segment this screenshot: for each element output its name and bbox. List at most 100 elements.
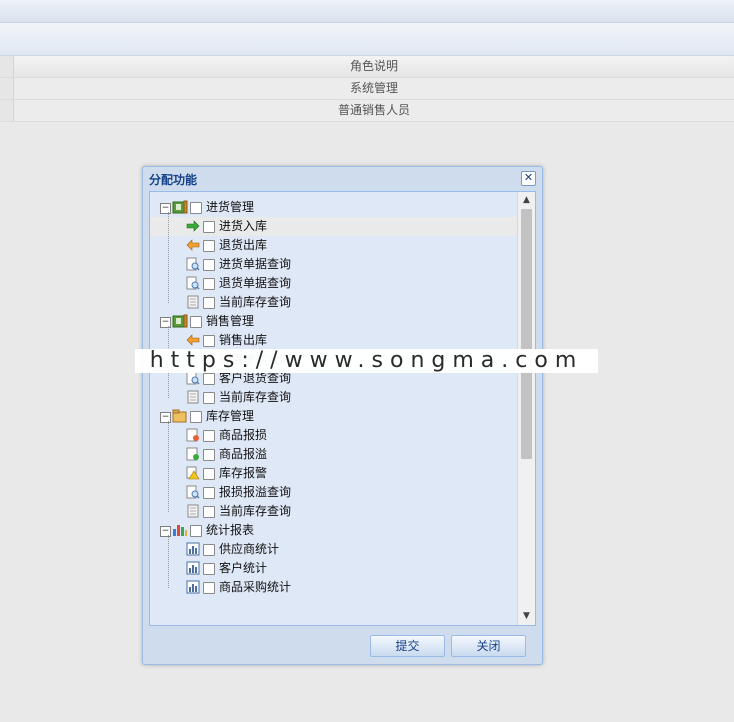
table-row[interactable]: 普通销售人员 (0, 100, 734, 122)
dialog-title: 分配功能 (149, 173, 198, 187)
tree-node[interactable]: 库存报警 (150, 464, 518, 483)
tree-node-label: 进货入库 (219, 219, 268, 233)
tree-connector-line (168, 212, 169, 303)
tree-node[interactable]: 进货入库 (150, 217, 518, 236)
tree-connector-line (168, 535, 169, 588)
tree-node-label: 当前库存查询 (219, 504, 292, 518)
document-icon (186, 295, 200, 309)
node-checkbox[interactable] (203, 544, 215, 556)
tree-node-label: 进货管理 (206, 200, 255, 214)
scrollbar-thumb[interactable] (521, 209, 532, 459)
tree-node[interactable]: 供应商统计 (150, 540, 518, 559)
tree-node[interactable]: 进货单据查询 (150, 255, 518, 274)
grid-header-row: 角色说明 (0, 56, 734, 78)
tree-node-label: 当前库存查询 (219, 295, 292, 309)
collapse-toggle-icon[interactable]: − (160, 526, 171, 537)
tree-node-label: 退货出库 (219, 238, 268, 252)
role-grid: 角色说明 系统管理 普通销售人员 (0, 56, 734, 122)
node-checkbox[interactable] (190, 525, 202, 537)
grid-row-number (0, 100, 14, 121)
tree-node-label: 当前库存查询 (219, 390, 292, 404)
node-checkbox[interactable] (203, 335, 215, 347)
close-button[interactable]: 关闭 (451, 635, 526, 657)
function-tree-panel: − 进货管理 进货入库 退货出库 进货单据查询 退货单据查询 当前库存查询 − 销售管理 销售出库… (149, 191, 536, 626)
node-checkbox[interactable] (203, 506, 215, 518)
watermark: https://www.songma.com (135, 349, 598, 373)
vertical-scrollbar[interactable]: ▲ ▼ (517, 192, 535, 625)
document-icon (186, 504, 200, 518)
tree-node[interactable]: 客户统计 (150, 559, 518, 578)
tree-node-group[interactable]: − 销售管理 (150, 312, 518, 331)
tree-node[interactable]: 当前库存查询 (150, 502, 518, 521)
top-toolbar (0, 0, 734, 23)
collapse-toggle-icon[interactable]: − (160, 203, 171, 214)
tree-node[interactable]: 当前库存查询 (150, 388, 518, 407)
chart-icon (186, 561, 200, 575)
tree-node-label: 进货单据查询 (219, 257, 292, 271)
tree-node[interactable]: 当前库存查询 (150, 293, 518, 312)
tree-node-label: 库存报警 (219, 466, 268, 480)
node-checkbox[interactable] (203, 373, 215, 385)
collapse-toggle-icon[interactable]: − (160, 412, 171, 423)
node-checkbox[interactable] (203, 582, 215, 594)
tree-node[interactable]: 退货出库 (150, 236, 518, 255)
scroll-up-icon[interactable]: ▲ (521, 195, 532, 206)
bar-chart-icon (172, 523, 187, 537)
node-checkbox[interactable] (190, 411, 202, 423)
tree-node-label: 销售管理 (206, 314, 255, 328)
node-checkbox[interactable] (203, 278, 215, 290)
tree-node-label: 商品报溢 (219, 447, 268, 461)
panel-header (0, 23, 734, 56)
tree-node-label: 客户统计 (219, 561, 268, 575)
arrow-out-icon (186, 238, 200, 252)
collapse-toggle-icon[interactable]: − (160, 317, 171, 328)
tree-node-label: 库存管理 (206, 409, 255, 423)
tree-node-label: 商品采购统计 (219, 580, 292, 594)
node-checkbox[interactable] (203, 563, 215, 575)
node-checkbox[interactable] (203, 259, 215, 271)
table-row[interactable]: 系统管理 (0, 78, 734, 100)
arrow-in-icon (186, 219, 200, 233)
close-icon[interactable]: ✕ (521, 171, 536, 186)
tree-node-group[interactable]: − 统计报表 (150, 521, 518, 540)
chart-icon (186, 580, 200, 594)
table-cell: 普通销售人员 (337, 103, 410, 117)
node-checkbox[interactable] (190, 202, 202, 214)
tree-node[interactable]: 商品采购统计 (150, 578, 518, 597)
node-checkbox[interactable] (203, 487, 215, 499)
tree-node-label: 退货单据查询 (219, 276, 292, 290)
folder-group-icon (172, 314, 188, 328)
assign-function-dialog: 分配功能 ✕ − 进货管理进货入库退货出库进货单据查询 退货单据查询 当前库存查询 − 销… (142, 166, 543, 665)
node-checkbox[interactable] (203, 221, 215, 233)
tree-node-group[interactable]: − 库存管理 (150, 407, 518, 426)
chart-icon (186, 542, 200, 556)
column-header-role-description[interactable]: 角色说明 (14, 56, 734, 77)
document-plus-icon (186, 447, 200, 461)
tree-node[interactable]: 退货单据查询 (150, 274, 518, 293)
folder-icon (172, 409, 187, 423)
node-checkbox[interactable] (203, 430, 215, 442)
tree-node-label: 统计报表 (206, 523, 255, 537)
document-search-icon (186, 257, 200, 271)
tree-node[interactable]: 报损报溢查询 (150, 483, 518, 502)
folder-group-icon (172, 200, 188, 214)
arrow-out-icon (186, 333, 200, 347)
tree-node-group[interactable]: − 进货管理 (150, 198, 518, 217)
table-cell: 系统管理 (349, 81, 398, 95)
function-tree: − 进货管理 进货入库 退货出库 进货单据查询 退货单据查询 当前库存查询 − 销售管理 销售出库… (150, 198, 518, 597)
tree-node[interactable]: 商品报溢 (150, 445, 518, 464)
warning-icon (186, 466, 200, 480)
tree-node-label: 商品报损 (219, 428, 268, 442)
scroll-down-icon[interactable]: ▼ (521, 611, 532, 622)
node-checkbox[interactable] (203, 468, 215, 480)
tree-node-label: 报损报溢查询 (219, 485, 292, 499)
node-checkbox[interactable] (203, 449, 215, 461)
node-checkbox[interactable] (203, 392, 215, 404)
node-checkbox[interactable] (190, 316, 202, 328)
document-search-icon (186, 485, 200, 499)
document-search-icon (186, 371, 200, 385)
node-checkbox[interactable] (203, 297, 215, 309)
tree-node[interactable]: 商品报损 (150, 426, 518, 445)
submit-button[interactable]: 提交 (370, 635, 445, 657)
node-checkbox[interactable] (203, 240, 215, 252)
